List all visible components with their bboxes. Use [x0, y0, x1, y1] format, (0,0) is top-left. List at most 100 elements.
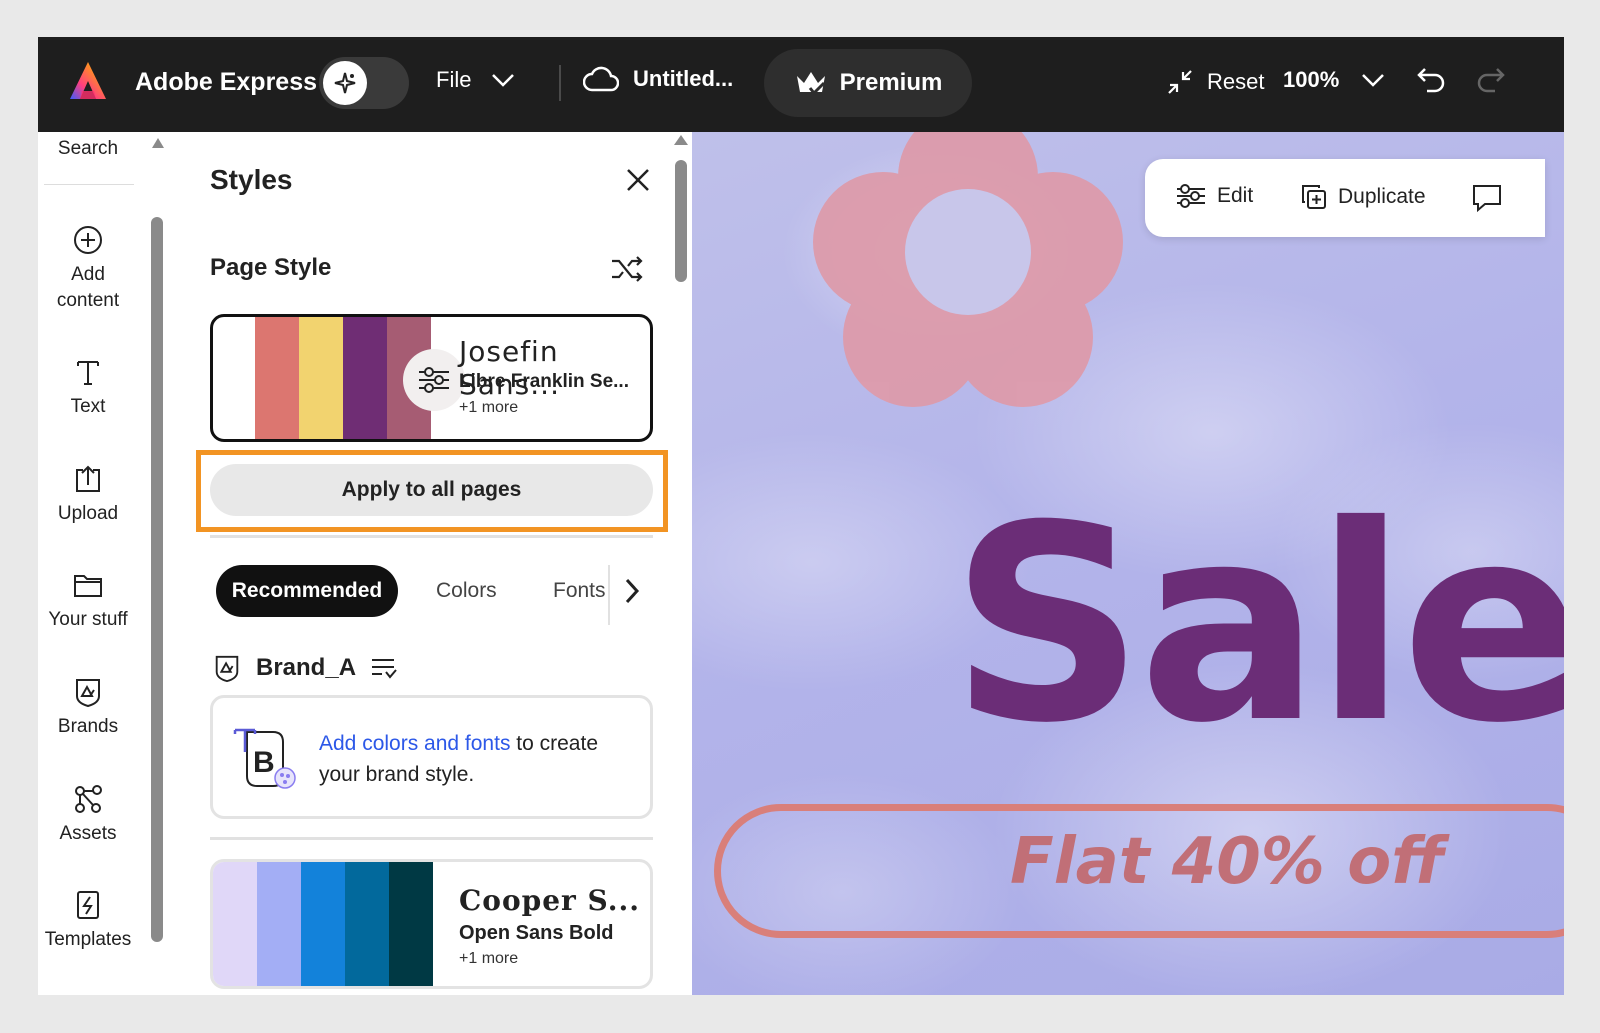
- top-bar: Adobe Express File Untitled... Premium R…: [38, 37, 1564, 132]
- styles-panel: Styles Page Style Josefin Sans... Libre …: [170, 132, 692, 995]
- flower-graphic[interactable]: [808, 132, 1128, 412]
- body-font-name: Open Sans Bold: [459, 922, 614, 944]
- rail-item-label: Text: [70, 396, 106, 417]
- chevron-down-icon: [1362, 74, 1385, 87]
- left-rail: Search Add content Text Upload Your stuf…: [38, 132, 156, 995]
- apply-to-all-pages-button[interactable]: Apply to all pages: [210, 464, 653, 516]
- brand-icon: [215, 655, 239, 683]
- color-swatch: [345, 862, 389, 986]
- color-swatch: [255, 317, 299, 439]
- design-canvas[interactable]: Sale Flat 40% off Edit Duplicate: [692, 132, 1564, 995]
- tab-fonts[interactable]: Fonts: [553, 565, 606, 617]
- duplicate-button[interactable]: Duplicate: [1300, 183, 1426, 211]
- sale-headline[interactable]: Sale: [950, 490, 1564, 760]
- crown-icon: [796, 72, 825, 96]
- upload-icon: [76, 465, 100, 492]
- reset-label: Reset: [1207, 69, 1265, 94]
- undo-icon[interactable]: [1415, 63, 1447, 95]
- folder-icon: [74, 575, 102, 597]
- more-fonts-count: +1 more: [459, 399, 519, 416]
- panel-title: Styles: [210, 164, 293, 195]
- assets-icon: [75, 785, 102, 813]
- shuffle-icon[interactable]: [610, 254, 644, 284]
- rail-item-label: Brands: [57, 716, 119, 737]
- brand-card-text: Add colors and fonts to create your bran…: [319, 728, 639, 790]
- color-swatch: [213, 862, 257, 986]
- zoom-level: 100%: [1283, 67, 1340, 92]
- zoom-dropdown[interactable]: 100%: [1283, 67, 1385, 93]
- rail-item-add-content[interactable]: Add content: [38, 224, 138, 314]
- svg-text:B: B: [253, 746, 275, 779]
- color-swatch: [257, 862, 301, 986]
- list-filter-icon: [372, 659, 397, 679]
- brand-selector[interactable]: Brand_A: [212, 653, 398, 683]
- brand-name: Brand_A: [256, 654, 357, 681]
- page-style-title: Page Style: [210, 254, 332, 281]
- premium-button[interactable]: Premium: [764, 49, 972, 117]
- redo-icon[interactable]: [1475, 63, 1507, 95]
- section-divider: [210, 837, 653, 840]
- close-icon[interactable]: [625, 167, 651, 193]
- heading-font-name: Cooper S...: [459, 884, 640, 917]
- offer-text[interactable]: Flat 40% off: [1010, 825, 1444, 899]
- rail-item-upload[interactable]: Upload: [38, 463, 138, 527]
- color-swatch: [389, 862, 433, 986]
- rail-divider: [44, 184, 134, 185]
- duplicate-label: Duplicate: [1338, 185, 1426, 208]
- scroll-up-arrow-icon[interactable]: [151, 137, 165, 149]
- color-swatch: [343, 317, 387, 439]
- tab-divider: [608, 565, 610, 625]
- file-menu-label: File: [436, 67, 472, 92]
- sliders-icon: [1177, 184, 1205, 208]
- brand-style-card[interactable]: B Add colors and fonts to create your br…: [210, 695, 653, 819]
- text-icon: [77, 361, 99, 385]
- color-swatch: [299, 317, 343, 439]
- rail-item-assets[interactable]: Assets: [38, 783, 138, 847]
- tab-colors[interactable]: Colors: [436, 565, 497, 617]
- rail-item-your-stuff[interactable]: Your stuff: [38, 569, 138, 633]
- tab-recommended[interactable]: Recommended: [216, 565, 398, 617]
- rail-item-brands[interactable]: Brands: [38, 676, 138, 740]
- brand-icon: [76, 679, 100, 708]
- panel-scrollbar[interactable]: [675, 160, 687, 282]
- duplicate-icon: [1302, 185, 1326, 209]
- style-adjust-button[interactable]: [403, 349, 465, 411]
- reset-button[interactable]: Reset: [1165, 67, 1264, 97]
- edit-label: Edit: [1217, 184, 1254, 207]
- section-divider: [210, 535, 653, 538]
- comment-icon[interactable]: [1471, 183, 1503, 213]
- add-colors-fonts-link[interactable]: Add colors and fonts: [319, 732, 510, 755]
- rail-item-text[interactable]: Text: [38, 356, 138, 420]
- sparkle-icon: [323, 61, 367, 105]
- current-page-style-card[interactable]: Josefin Sans... Libre Franklin Se... +1 …: [210, 314, 653, 442]
- chevron-down-icon: [492, 74, 515, 87]
- rail-item-label: Your stuff: [48, 609, 128, 630]
- document-title-label: Untitled...: [633, 66, 734, 91]
- sliders-icon: [419, 367, 449, 393]
- brand-kit-icon: B: [233, 728, 296, 789]
- rail-search[interactable]: Search: [38, 138, 138, 160]
- ai-toggle[interactable]: [319, 57, 409, 109]
- edit-button[interactable]: Edit: [1175, 183, 1253, 209]
- premium-label: Premium: [839, 69, 943, 96]
- adobe-express-logo-icon[interactable]: [66, 59, 110, 103]
- scroll-up-arrow-icon[interactable]: [673, 134, 689, 146]
- rail-item-label: Assets: [59, 823, 117, 844]
- rail-item-label: Upload: [57, 503, 119, 524]
- color-swatch: [301, 862, 345, 986]
- canvas-toolbar: Edit Duplicate: [1145, 159, 1545, 237]
- style-card[interactable]: Cooper S... Open Sans Bold +1 more: [210, 859, 653, 989]
- rail-item-templates[interactable]: Templates: [38, 889, 138, 953]
- collapse-arrows-icon: [1168, 70, 1192, 94]
- chevron-right-icon[interactable]: [624, 577, 640, 605]
- topbar-divider: [559, 65, 561, 101]
- style-tabs: Recommended Colors Fonts: [216, 565, 656, 625]
- document-title[interactable]: Untitled...: [583, 66, 733, 92]
- app-window: Adobe Express File Untitled... Premium R…: [38, 37, 1564, 995]
- file-menu[interactable]: File: [436, 67, 515, 93]
- body-font-name: Libre Franklin Se...: [459, 371, 629, 392]
- rail-scrollbar[interactable]: [151, 217, 163, 942]
- rail-item-label: Add content: [56, 264, 120, 311]
- cloud-icon: [583, 66, 619, 92]
- templates-icon: [77, 891, 99, 919]
